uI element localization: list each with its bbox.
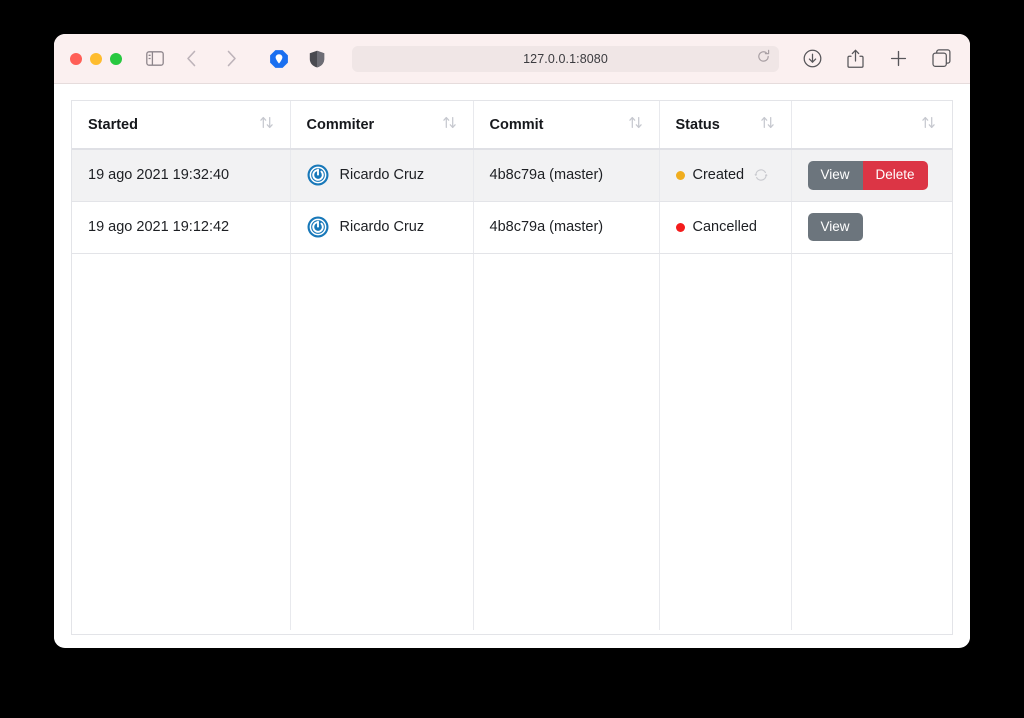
sort-icon[interactable] (259, 115, 274, 134)
desktop-background: 127.0.0.1:8080 Started Commiter Commit S… (0, 0, 1024, 718)
column-header-started-label: Started (88, 116, 138, 133)
empty-cell (72, 253, 291, 630)
sort-icon[interactable] (921, 115, 936, 134)
table-empty-area (72, 253, 952, 630)
page-content: Started Commiter Commit Status 19 ago 20… (54, 84, 970, 647)
status-label: Cancelled (692, 219, 758, 235)
user-avatar-icon (307, 164, 329, 186)
tab-overview-icon[interactable] (928, 46, 954, 72)
table-header-row: Started Commiter Commit Status (72, 101, 952, 150)
forward-icon[interactable] (218, 46, 244, 72)
cell-commiter: Ricardo Cruz (290, 201, 474, 254)
cell-actions: View (791, 201, 952, 254)
downloads-icon[interactable] (799, 46, 825, 72)
column-header-commit-label: Commit (489, 116, 544, 133)
cell-status: Cancelled (659, 201, 792, 254)
column-header-commit[interactable]: Commit (473, 101, 660, 150)
sort-icon[interactable] (628, 115, 643, 134)
empty-cell (473, 253, 660, 630)
column-header-actions[interactable] (791, 101, 952, 150)
user-avatar-icon (307, 216, 329, 238)
sidebar-toggle-icon[interactable] (142, 46, 168, 72)
back-icon[interactable] (178, 46, 204, 72)
toolbar-right-buttons (799, 46, 954, 72)
empty-cell (290, 253, 474, 630)
close-window-button[interactable] (70, 52, 82, 65)
table-body: 19 ago 2021 19:32:40 Ricardo Cruz 4b8c79… (72, 149, 952, 630)
empty-cell (659, 253, 792, 630)
action-button-group: View Delete (807, 161, 928, 190)
commiter-name: Ricardo Cruz (339, 219, 425, 235)
extension-buttons (266, 46, 330, 72)
shield-icon[interactable] (304, 46, 330, 72)
view-button[interactable]: View (807, 161, 863, 190)
column-header-started[interactable]: Started (72, 101, 291, 150)
share-icon[interactable] (842, 46, 868, 72)
window-controls (70, 52, 122, 65)
column-header-status-label: Status (675, 116, 720, 133)
cell-actions: View Delete (791, 149, 952, 202)
new-tab-icon[interactable] (885, 46, 911, 72)
cell-commit: 4b8c79a (master) (473, 201, 660, 254)
minimize-window-button[interactable] (90, 52, 102, 65)
browser-toolbar: 127.0.0.1:8080 (54, 34, 970, 84)
cell-commiter: Ricardo Cruz (290, 149, 474, 202)
url-text[interactable]: 127.0.0.1:8080 (523, 52, 608, 66)
cell-started: 19 ago 2021 19:32:40 (72, 149, 291, 202)
commiter-name: Ricardo Cruz (339, 167, 425, 184)
status-dot-created (675, 170, 685, 180)
table-row[interactable]: 19 ago 2021 19:32:40 Ricardo Cruz 4b8c79… (72, 149, 952, 202)
column-header-status[interactable]: Status (659, 101, 792, 150)
sort-icon[interactable] (760, 115, 775, 134)
table-header: Started Commiter Commit Status (72, 101, 952, 150)
builds-table-container: Started Commiter Commit Status 19 ago 20… (71, 100, 953, 635)
empty-cell (791, 253, 952, 630)
delete-button[interactable]: Delete (862, 161, 928, 190)
browser-window: 127.0.0.1:8080 Started Commiter Commit S… (54, 34, 970, 648)
status-label: Created (692, 167, 745, 184)
sort-icon[interactable] (442, 115, 457, 134)
view-button[interactable]: View (807, 212, 863, 242)
reload-icon[interactable] (757, 49, 770, 68)
cell-commit: 4b8c79a (master) (473, 149, 660, 202)
builds-table: Started Commiter Commit Status 19 ago 20… (72, 101, 952, 630)
column-header-commiter-label: Commiter (306, 116, 375, 133)
column-header-commiter[interactable]: Commiter (290, 101, 474, 150)
address-bar[interactable]: 127.0.0.1:8080 (352, 45, 779, 72)
adblock-icon[interactable] (266, 46, 292, 72)
maximize-window-button[interactable] (110, 52, 122, 65)
spinner-icon (754, 168, 768, 182)
status-dot-cancelled (675, 222, 685, 232)
cell-started: 19 ago 2021 19:12:42 (72, 201, 291, 254)
navigation-buttons (178, 46, 244, 72)
table-row[interactable]: 19 ago 2021 19:12:42 Ricardo Cruz 4b8c79… (72, 201, 952, 254)
cell-status: Created (659, 149, 792, 202)
